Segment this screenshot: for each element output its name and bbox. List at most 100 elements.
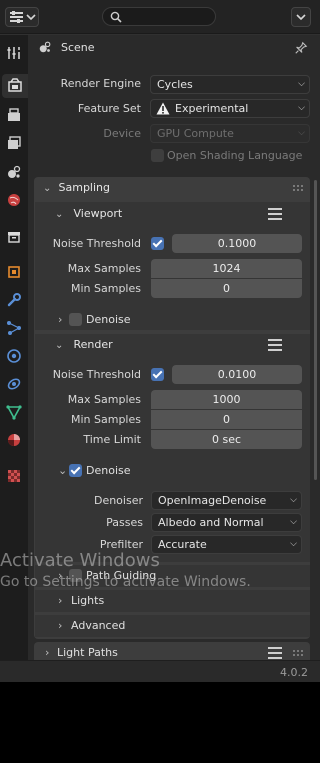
- device-label: Device: [103, 127, 141, 140]
- physics-icon: [7, 349, 21, 363]
- viewport-noise-threshold-label: Noise Threshold: [52, 237, 141, 250]
- sampling-header[interactable]: ⌄ Sampling: [43, 177, 303, 199]
- drag-handle-icon[interactable]: [293, 650, 305, 656]
- light-paths-title: Light Paths: [57, 646, 118, 659]
- context-label: Scene: [61, 41, 95, 54]
- render-icon: [8, 78, 22, 92]
- tab-tool[interactable]: [2, 41, 26, 65]
- properties-tab-bar: [0, 35, 28, 660]
- scrollbar[interactable]: [314, 180, 317, 480]
- collection-icon: [8, 232, 20, 243]
- chevron-down-icon: ⌵: [290, 495, 297, 505]
- denoiser-label: Denoiser: [93, 494, 143, 507]
- tab-physics[interactable]: [2, 344, 26, 368]
- render-engine-value: Cycles: [157, 78, 193, 91]
- header-options-button[interactable]: [291, 7, 311, 27]
- editor-type-selector[interactable]: [5, 7, 39, 27]
- lights-label: Lights: [71, 594, 105, 607]
- tab-data[interactable]: [2, 400, 26, 424]
- render-noise-threshold-checkbox[interactable]: [151, 368, 164, 381]
- warning-icon: [156, 102, 170, 115]
- osl-checkbox[interactable]: [151, 149, 164, 162]
- chevron-right-icon: ›: [58, 619, 63, 632]
- tab-output[interactable]: [2, 103, 26, 127]
- chevron-down-icon[interactable]: ⌄: [58, 464, 67, 477]
- mesh-data-icon: [6, 405, 22, 420]
- feature-set-label: Feature Set: [77, 102, 141, 115]
- denoiser-value: OpenImageDenoise: [158, 494, 267, 507]
- render-samples-header[interactable]: ⌄ Render: [55, 334, 255, 356]
- chevron-right-icon: ›: [45, 646, 50, 659]
- output-icon: [8, 108, 20, 121]
- render-min-samples-label: Min Samples: [71, 413, 141, 426]
- render-noise-threshold-field[interactable]: 0.0100: [172, 365, 302, 384]
- viewport-noise-threshold-field[interactable]: 0.1000: [172, 234, 302, 253]
- tab-scene[interactable]: [2, 160, 26, 184]
- tool-icon: [7, 47, 20, 59]
- pin-icon[interactable]: [294, 41, 308, 55]
- version-label: 4.0.2: [280, 666, 308, 679]
- tab-view-layer[interactable]: [2, 131, 26, 155]
- drag-handle-icon[interactable]: [293, 185, 305, 191]
- render-denoise-label: Denoise: [86, 464, 131, 477]
- device-value: GPU Compute: [157, 127, 234, 140]
- time-limit-field[interactable]: 0 sec: [151, 430, 302, 449]
- passes-label: Passes: [106, 516, 143, 529]
- prefilter-dropdown[interactable]: Accurate ⌵: [151, 535, 302, 554]
- viewport-max-samples-field[interactable]: 1024: [151, 259, 302, 278]
- render-engine-label: Render Engine: [60, 77, 141, 90]
- render-min-samples-field[interactable]: 0: [151, 410, 302, 429]
- render-noise-threshold-label: Noise Threshold: [52, 368, 141, 381]
- render-engine-dropdown[interactable]: Cycles ⌵: [150, 75, 310, 94]
- render-max-samples-field[interactable]: 1000: [151, 390, 302, 409]
- prefilter-label: Prefilter: [99, 538, 143, 551]
- chevron-down-icon: ⌄: [43, 183, 52, 194]
- viewport-min-samples-field[interactable]: 0: [151, 279, 302, 298]
- material-icon: [8, 434, 20, 446]
- viewport-max-samples-label: Max Samples: [67, 262, 141, 275]
- presets-list-icon[interactable]: [268, 339, 282, 351]
- presets-list-icon[interactable]: [268, 208, 282, 220]
- texture-icon: [8, 470, 20, 482]
- path-guiding-label: Path Guiding: [86, 569, 157, 582]
- search-icon: [110, 11, 122, 23]
- tab-modifiers[interactable]: [2, 288, 26, 312]
- constraints-icon: [7, 378, 21, 390]
- denoiser-dropdown[interactable]: OpenImageDenoise ⌵: [151, 491, 302, 510]
- presets-list-icon[interactable]: [268, 647, 282, 659]
- wrench-icon: [7, 293, 21, 307]
- viewport-title: Viewport: [73, 207, 123, 220]
- render-samples-title: Render: [73, 338, 113, 351]
- render-denoise-checkbox[interactable]: [69, 464, 82, 477]
- chevron-right-icon[interactable]: ›: [58, 313, 62, 326]
- feature-set-dropdown[interactable]: Experimental ⌵: [150, 99, 310, 118]
- tab-texture[interactable]: [2, 464, 26, 488]
- sampling-title: Sampling: [58, 181, 111, 194]
- tab-constraints[interactable]: [2, 372, 26, 396]
- viewport-header[interactable]: ⌄ Viewport: [55, 203, 255, 225]
- chevron-right-icon: ›: [58, 594, 63, 607]
- passes-dropdown[interactable]: Albedo and Normal ⌵: [151, 513, 302, 532]
- tab-collection[interactable]: [2, 225, 26, 249]
- search-input[interactable]: [102, 7, 216, 26]
- viewport-min-samples-label: Min Samples: [71, 282, 141, 295]
- viewport-noise-threshold-checkbox[interactable]: [151, 237, 164, 250]
- chevron-down-icon: ⌄: [55, 209, 64, 220]
- chevron-right-icon[interactable]: ›: [58, 569, 62, 582]
- scene-context-icon: [39, 41, 51, 53]
- tab-render[interactable]: [2, 74, 28, 98]
- tab-world[interactable]: [2, 188, 26, 212]
- device-dropdown[interactable]: GPU Compute ⌵: [150, 124, 310, 143]
- viewport-denoise-checkbox[interactable]: [69, 313, 82, 326]
- chevron-down-icon: ⌵: [298, 79, 305, 89]
- osl-label: Open Shading Language: [167, 149, 303, 162]
- properties-editor-icon: [10, 11, 36, 23]
- chevron-down-icon: ⌵: [298, 103, 305, 113]
- path-guiding-checkbox[interactable]: [69, 569, 82, 582]
- tab-particles[interactable]: [2, 316, 26, 340]
- tab-object[interactable]: [2, 260, 26, 284]
- chevron-down-icon: ⌵: [290, 539, 297, 549]
- chevron-down-icon: [296, 14, 306, 21]
- tab-material[interactable]: [2, 428, 26, 452]
- time-limit-label: Time Limit: [83, 433, 141, 446]
